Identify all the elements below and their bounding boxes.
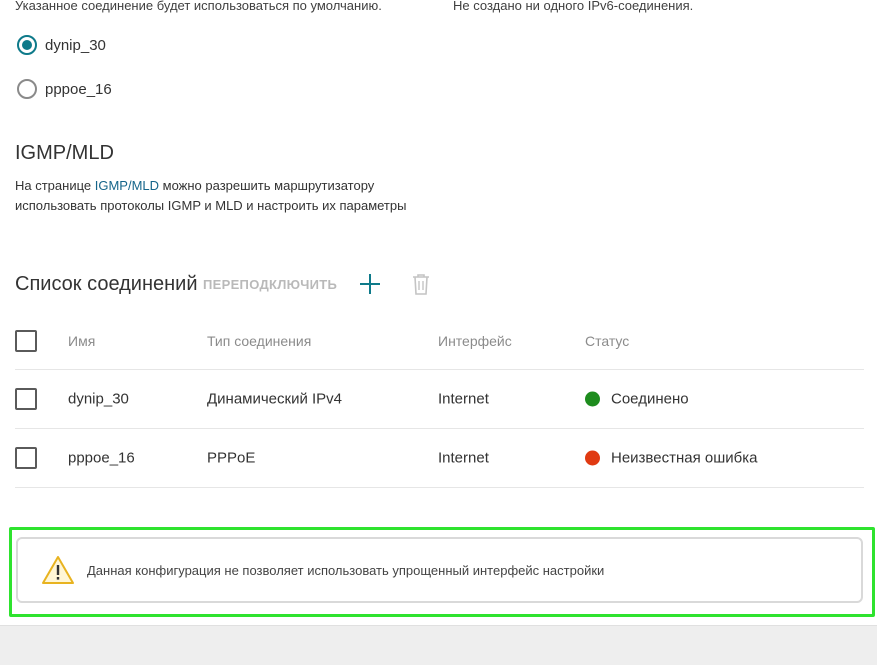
igmp-section-description: На странице IGMP/MLD можно разрешить мар… — [15, 176, 415, 216]
status-text: Неизвестная ошибка — [611, 449, 758, 467]
column-header-name: Имя — [68, 332, 96, 349]
status-text: Соединено — [611, 390, 689, 408]
igmp-link[interactable]: IGMP/MLD — [95, 178, 159, 193]
warning-text: Данная конфигурация не позволяет использ… — [87, 562, 605, 578]
radio-label: dynip_30 — [45, 36, 106, 54]
warning-triangle-icon — [41, 555, 75, 585]
connection-status: Неизвестная ошибка — [585, 450, 757, 467]
status-connected-icon — [585, 391, 600, 407]
table-row[interactable]: dynip_30 Динамический IPv4 Internet Соед… — [15, 370, 864, 429]
connection-name: dynip_30 — [68, 390, 129, 408]
connection-type: PPPoE — [207, 449, 256, 467]
igmp-desc-prefix: На странице — [15, 178, 95, 193]
connections-page: Указанное соединение будет использоватьс… — [0, 0, 877, 665]
column-header-type: Тип соединения — [207, 332, 312, 349]
radio-label: pppoe_16 — [45, 80, 112, 98]
ipv6-note: Не создано ни одного IPv6-соединения. — [453, 0, 694, 13]
plus-icon[interactable] — [358, 272, 382, 296]
radio-selected-icon[interactable] — [17, 35, 37, 55]
select-all-checkbox[interactable] — [15, 329, 37, 352]
trash-icon[interactable] — [410, 272, 432, 296]
column-header-status: Статус — [585, 332, 630, 349]
connections-list-title: Список соединений — [15, 273, 198, 295]
connection-interface: Internet — [438, 390, 489, 408]
radio-option-pppoe[interactable]: pppoe_16 — [17, 79, 112, 99]
igmp-section-title: IGMP/MLD — [15, 142, 114, 164]
row-checkbox[interactable] — [15, 388, 37, 410]
connections-table: Имя Тип соединения Интерфейс Статус dyni… — [15, 312, 864, 488]
radio-option-dynip[interactable]: dynip_30 — [17, 35, 106, 55]
radio-unselected-icon[interactable] — [17, 79, 37, 99]
column-header-interface: Интерфейс — [438, 332, 512, 349]
connection-status: Соединено — [585, 391, 689, 408]
row-checkbox[interactable] — [15, 447, 37, 469]
reconnect-button[interactable]: ПЕРЕПОДКЛЮЧИТЬ — [203, 277, 337, 292]
table-row[interactable]: pppoe_16 PPPoE Internet Неизвестная ошиб… — [15, 429, 864, 488]
table-header-row: Имя Тип соединения Интерфейс Статус — [15, 312, 864, 370]
warning-notice: Данная конфигурация не позволяет использ… — [16, 537, 863, 603]
default-connection-note: Указанное соединение будет использоватьс… — [15, 0, 382, 13]
status-error-icon — [585, 450, 600, 466]
connection-interface: Internet — [438, 449, 489, 467]
connection-type: Динамический IPv4 — [207, 390, 343, 408]
footer-bar — [0, 625, 877, 665]
connection-name: pppoe_16 — [68, 449, 135, 467]
